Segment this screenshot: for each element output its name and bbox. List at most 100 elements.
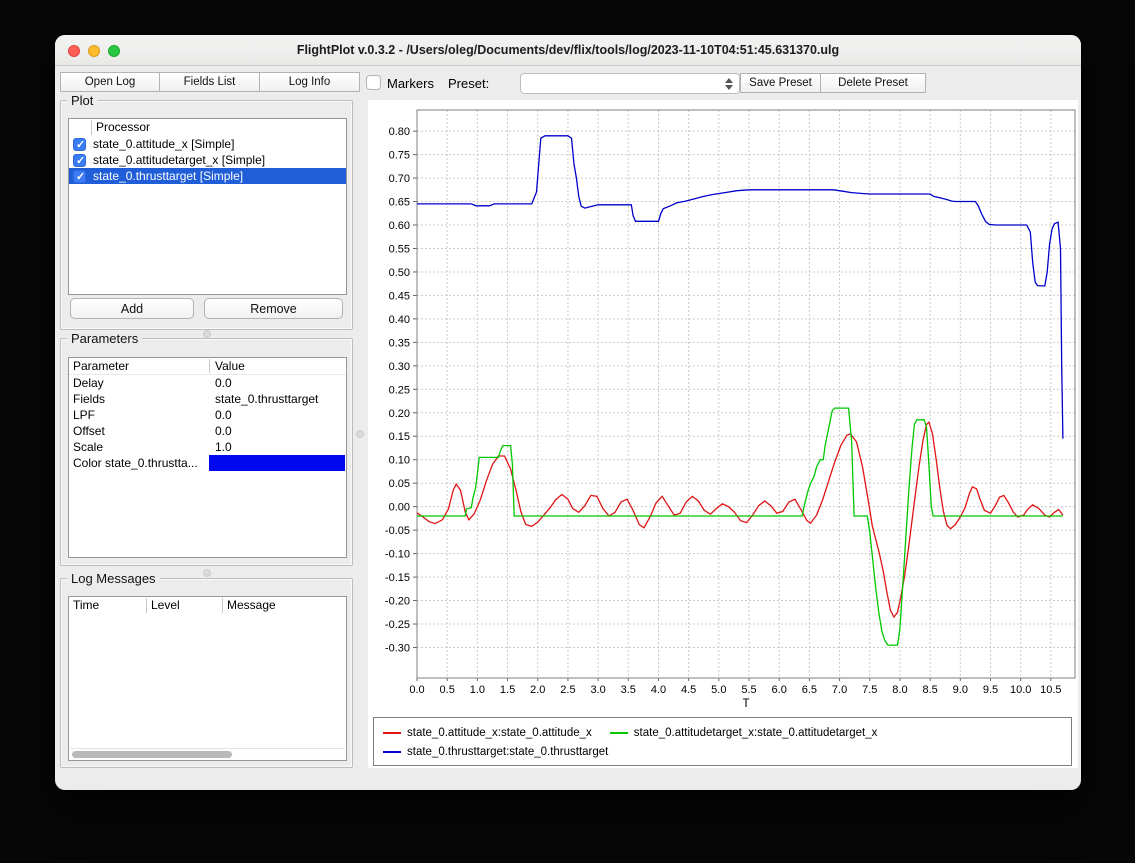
parameter-row[interactable]: Offset 0.0 [69, 423, 346, 439]
svg-text:9.5: 9.5 [983, 684, 998, 696]
plot-group: Plot Processor state_0.attitude_x [Simpl… [60, 100, 353, 330]
save-preset-button[interactable]: Save Preset [740, 73, 821, 93]
plot-list-item[interactable]: state_0.thrusttarget [Simple] [69, 168, 346, 184]
parameter-name: LPF [73, 408, 95, 422]
svg-text:-0.15: -0.15 [385, 572, 410, 584]
delete-preset-button[interactable]: Delete Preset [820, 73, 926, 93]
svg-text:4.0: 4.0 [651, 684, 666, 696]
open-log-button[interactable]: Open Log [60, 72, 160, 92]
parameter-row[interactable]: LPF 0.0 [69, 407, 346, 423]
parameter-row[interactable]: Delay 0.0 [69, 375, 346, 391]
horizontal-splitter-handle[interactable] [203, 330, 211, 338]
preset-label: Preset: [448, 76, 489, 91]
chart-legend: state_0.attitude_x:state_0.attitude_x st… [373, 717, 1072, 766]
titlebar: FlightPlot v.0.3.2 - /Users/oleg/Documen… [55, 35, 1081, 66]
fields-list-button[interactable]: Fields List [159, 72, 260, 92]
svg-text:4.5: 4.5 [681, 684, 696, 696]
markers-label: Markers [387, 76, 434, 91]
svg-text:-0.20: -0.20 [385, 596, 410, 608]
log-messages-group: Log Messages Time Level Message [60, 578, 353, 768]
message-column-header: Message [227, 598, 276, 612]
svg-text:0.80: 0.80 [389, 126, 410, 138]
parameter-value[interactable]: 0.0 [215, 424, 232, 438]
log-messages-group-title: Log Messages [67, 571, 160, 586]
log-messages-table: Time Level Message [68, 596, 347, 761]
parameter-name: Delay [73, 376, 104, 390]
chevron-up-icon [725, 78, 733, 83]
svg-text:7.5: 7.5 [862, 684, 877, 696]
markers-checkbox[interactable] [366, 75, 381, 90]
svg-text:0.0: 0.0 [409, 684, 424, 696]
plot-list-item[interactable]: state_0.attitude_x [Simple] [69, 136, 346, 152]
red-line-swatch-icon [383, 732, 401, 734]
svg-text:0.00: 0.00 [389, 502, 410, 514]
svg-text:6.0: 6.0 [772, 684, 787, 696]
legend-item: state_0.attitude_x:state_0.attitude_x [383, 727, 592, 739]
svg-text:0.30: 0.30 [389, 361, 410, 373]
parameter-row[interactable]: Scale 1.0 [69, 439, 346, 455]
combo-stepper-icon [721, 75, 737, 92]
svg-text:T: T [742, 698, 749, 710]
parameters-group: Parameters Parameter Value Delay 0.0 Fie… [60, 338, 353, 566]
add-button[interactable]: Add [70, 298, 194, 319]
legend-item: state_0.attitudetarget_x:state_0.attitud… [610, 727, 878, 739]
remove-button[interactable]: Remove [204, 298, 343, 319]
log-info-button[interactable]: Log Info [259, 72, 360, 92]
horizontal-scrollbar[interactable] [70, 748, 345, 759]
parameter-value[interactable]: 0.0 [215, 408, 232, 422]
svg-text:2.0: 2.0 [530, 684, 545, 696]
svg-text:-0.05: -0.05 [385, 525, 410, 537]
svg-text:5.0: 5.0 [711, 684, 726, 696]
svg-text:0.75: 0.75 [389, 150, 410, 162]
svg-text:-0.30: -0.30 [385, 642, 410, 654]
horizontal-scrollbar-thumb[interactable] [72, 751, 232, 758]
svg-text:0.65: 0.65 [389, 197, 410, 209]
svg-text:1.0: 1.0 [470, 684, 485, 696]
blue-line-swatch-icon [383, 751, 401, 753]
processor-column-header: Processor [96, 120, 150, 134]
item-checkbox[interactable] [73, 154, 86, 167]
legend-label: state_0.attitudetarget_x:state_0.attitud… [634, 727, 878, 739]
item-label: state_0.thrusttarget [Simple] [93, 169, 243, 183]
svg-text:0.05: 0.05 [389, 478, 410, 490]
svg-text:2.5: 2.5 [560, 684, 575, 696]
svg-text:10.0: 10.0 [1010, 684, 1031, 696]
vertical-splitter-handle[interactable] [356, 430, 364, 438]
svg-text:9.0: 9.0 [953, 684, 968, 696]
value-column-header: Value [215, 359, 245, 373]
horizontal-splitter-handle[interactable] [203, 569, 211, 577]
parameter-value[interactable]: 0.0 [215, 376, 232, 390]
level-column-header: Level [151, 598, 180, 612]
parameter-value[interactable]: 1.0 [215, 440, 232, 454]
flight-plot-chart[interactable]: 0.00.51.01.52.02.53.03.54.04.55.05.56.06… [368, 100, 1078, 713]
svg-text:-0.10: -0.10 [385, 549, 410, 561]
svg-text:3.0: 3.0 [590, 684, 605, 696]
parameter-column-header: Parameter [73, 359, 129, 373]
svg-text:-0.25: -0.25 [385, 619, 410, 631]
svg-text:0.70: 0.70 [389, 173, 410, 185]
svg-text:10.5: 10.5 [1040, 684, 1061, 696]
parameter-row[interactable]: Fields state_0.thrusttarget [69, 391, 346, 407]
window-title: FlightPlot v.0.3.2 - /Users/oleg/Documen… [55, 43, 1081, 57]
preset-combobox[interactable] [520, 73, 740, 94]
item-checkbox[interactable] [73, 170, 86, 183]
svg-text:0.15: 0.15 [389, 431, 410, 443]
color-swatch[interactable] [209, 455, 345, 471]
parameter-name: Color state_0.thrustta... [73, 456, 198, 470]
svg-text:7.0: 7.0 [832, 684, 847, 696]
plot-list-item[interactable]: state_0.attitudetarget_x [Simple] [69, 152, 346, 168]
svg-text:0.45: 0.45 [389, 290, 410, 302]
flightplot-window: FlightPlot v.0.3.2 - /Users/oleg/Documen… [55, 35, 1081, 790]
item-checkbox[interactable] [73, 138, 86, 151]
parameter-name: Offset [73, 424, 105, 438]
svg-text:3.5: 3.5 [621, 684, 636, 696]
parameter-value[interactable]: state_0.thrusttarget [215, 392, 318, 406]
svg-text:0.50: 0.50 [389, 267, 410, 279]
svg-text:0.40: 0.40 [389, 314, 410, 326]
parameters-group-title: Parameters [67, 331, 142, 346]
svg-text:1.5: 1.5 [500, 684, 515, 696]
legend-label: state_0.attitude_x:state_0.attitude_x [407, 727, 592, 739]
parameter-row[interactable]: Color state_0.thrustta... [69, 455, 346, 471]
parameters-table: Parameter Value Delay 0.0 Fields state_0… [68, 357, 347, 558]
legend-label: state_0.thrusttarget:state_0.thrusttarge… [407, 746, 608, 758]
